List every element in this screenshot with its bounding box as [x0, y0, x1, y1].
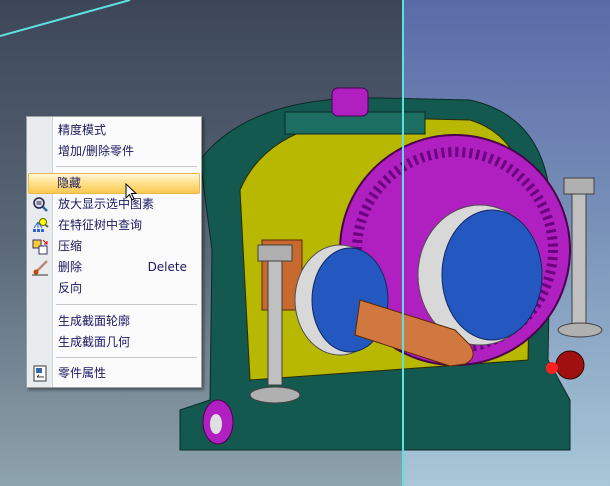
menu-item-label: 精度模式 [58, 123, 107, 137]
menu-item-hide[interactable]: 隐藏 [28, 173, 200, 194]
menu-item-label: 压缩 [58, 239, 83, 253]
menu-item-part-properties[interactable]: 零件属性 [29, 363, 199, 384]
suppress-icon [32, 239, 48, 255]
mouse-cursor-icon [125, 183, 138, 201]
menu-item-find-in-tree[interactable]: 在特征树中查询 [29, 215, 199, 236]
context-menu: 精度模式 增加/删除零件 隐藏 放大显示选中图素 在特征树中查询 压缩 删除 D… [26, 116, 202, 388]
menu-item-suppress[interactable]: 压缩 [29, 236, 199, 257]
menu-item-section-geometry[interactable]: 生成截面几何 [29, 332, 199, 353]
bolt-right [571, 184, 587, 326]
bearing-right-face [441, 209, 543, 341]
tree-search-icon [33, 218, 49, 232]
menu-item-label: 隐藏 [57, 176, 82, 190]
menu-separator [56, 304, 197, 305]
menu-item-label: 在特征树中查询 [58, 218, 143, 232]
delete-brush-icon [32, 260, 48, 276]
properties-icon [33, 365, 47, 382]
menu-separator [56, 166, 197, 167]
menu-item-label: 放大显示选中图素 [58, 197, 155, 211]
zoom-selection-icon [33, 197, 48, 212]
menu-item-zoom-selected[interactable]: 放大显示选中图素 [29, 194, 199, 215]
menu-item-reverse[interactable]: 反向 [29, 278, 199, 299]
section-plane-line [402, 0, 404, 486]
menu-item-add-remove-parts[interactable]: 增加/删除零件 [29, 141, 199, 162]
menu-item-precision-mode[interactable]: 精度模式 [29, 120, 199, 141]
menu-item-label: 零件属性 [58, 366, 107, 380]
section-plane-edge [0, 0, 131, 37]
menu-separator [56, 357, 197, 358]
menu-item-delete[interactable]: 删除 Delete [29, 257, 199, 278]
menu-item-section-profile[interactable]: 生成截面轮廓 [29, 311, 199, 332]
menu-item-label: 生成截面轮廓 [58, 314, 131, 328]
bolt-left [267, 254, 283, 386]
menu-item-label: 生成截面几何 [58, 335, 131, 349]
menu-item-label: 反向 [58, 281, 83, 295]
menu-item-label: 删除 [58, 260, 83, 274]
breather-plug [331, 87, 369, 117]
menu-item-label: 增加/删除零件 [58, 144, 135, 158]
menu-item-shortcut: Delete [147, 260, 187, 274]
oil-gauge [555, 350, 585, 380]
